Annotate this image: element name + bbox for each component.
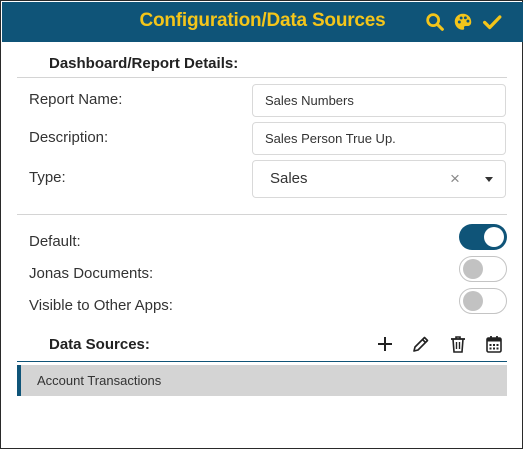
divider bbox=[17, 361, 507, 362]
divider bbox=[17, 77, 507, 78]
data-source-item[interactable]: Account Transactions bbox=[17, 365, 507, 396]
jonas-documents-toggle-label: Jonas Documents: bbox=[29, 265, 154, 282]
type-label: Type: bbox=[29, 169, 66, 186]
default-toggle-label: Default: bbox=[29, 233, 81, 250]
check-icon[interactable] bbox=[481, 11, 503, 33]
type-select-value: Sales bbox=[270, 170, 308, 187]
type-select[interactable]: Sales × bbox=[252, 160, 506, 198]
details-section-title: Dashboard/Report Details: bbox=[49, 55, 239, 72]
toggle-knob bbox=[463, 259, 483, 279]
palette-icon[interactable] bbox=[452, 11, 474, 33]
toggle-knob bbox=[484, 227, 504, 247]
visible-other-apps-toggle[interactable] bbox=[459, 288, 507, 314]
visible-other-apps-toggle-label: Visible to Other Apps: bbox=[29, 297, 173, 314]
clear-icon[interactable]: × bbox=[446, 170, 464, 188]
description-label: Description: bbox=[29, 129, 109, 146]
trash-icon[interactable] bbox=[448, 334, 468, 354]
report-name-label: Report Name: bbox=[29, 91, 123, 108]
data-source-item-label: Account Transactions bbox=[37, 373, 162, 388]
calendar-icon[interactable] bbox=[484, 334, 504, 354]
report-name-input[interactable] bbox=[252, 84, 506, 117]
header-bar: Configuration/Data Sources bbox=[2, 2, 523, 42]
search-icon[interactable] bbox=[424, 11, 446, 33]
chevron-down-icon[interactable] bbox=[481, 171, 497, 187]
pencil-icon[interactable] bbox=[411, 334, 431, 354]
jonas-documents-toggle[interactable] bbox=[459, 256, 507, 282]
data-sources-section-title: Data Sources: bbox=[49, 336, 150, 353]
plus-icon[interactable] bbox=[375, 334, 395, 354]
config-panel: Configuration/Data Sources Dashboard/Rep… bbox=[0, 0, 523, 449]
default-toggle[interactable] bbox=[459, 224, 507, 250]
divider bbox=[17, 214, 507, 215]
description-input[interactable] bbox=[252, 122, 506, 155]
toggle-knob bbox=[463, 291, 483, 311]
